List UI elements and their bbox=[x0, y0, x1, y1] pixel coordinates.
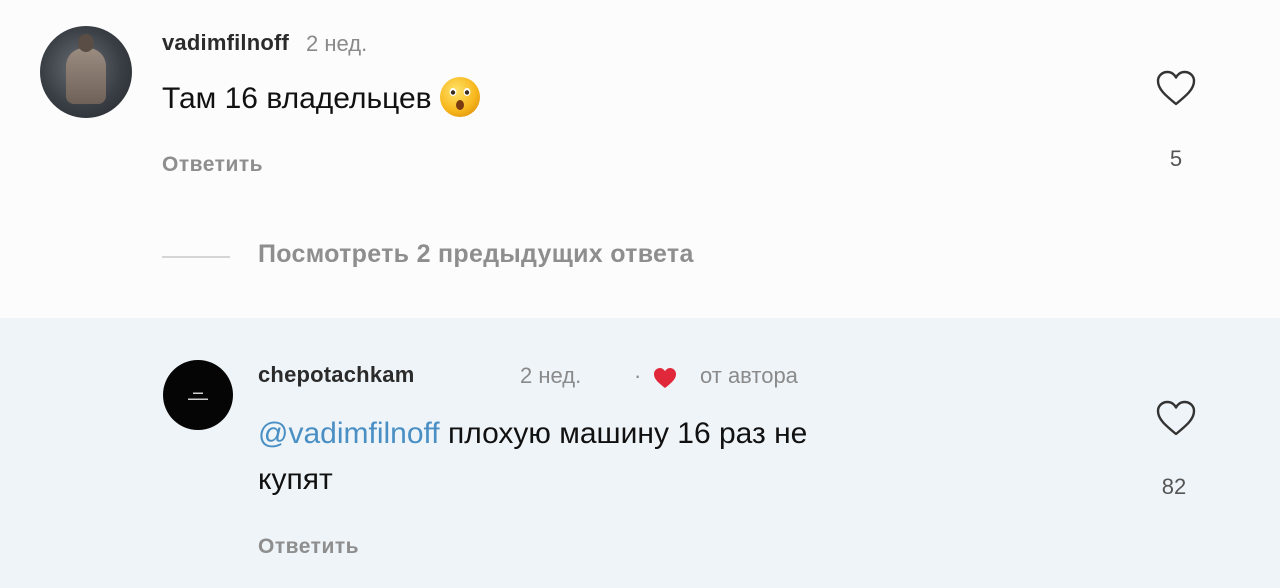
comment-text: Там 16 владельцев bbox=[162, 81, 432, 115]
view-previous-replies-link[interactable]: Посмотреть 2 предыдущих ответа bbox=[258, 240, 694, 269]
reply-highlight-area bbox=[0, 318, 1280, 588]
comment-time: 2 нед. bbox=[306, 31, 368, 56]
avatar[interactable]: ▬▬ ▬▬▬▬ bbox=[163, 360, 233, 430]
reply-time: 2 нед. bbox=[520, 363, 582, 388]
separator-dot: · bbox=[634, 363, 642, 388]
reply-button[interactable]: Ответить bbox=[162, 153, 263, 177]
reply-text-line-2: купят bbox=[258, 463, 333, 496]
from-author-label: от автора bbox=[700, 363, 798, 388]
reply-text: плохую машину 16 раз не bbox=[439, 417, 808, 450]
comment-username[interactable]: vadimfilnoff bbox=[162, 30, 289, 56]
author-liked-heart-icon bbox=[654, 368, 676, 388]
avatar[interactable] bbox=[40, 26, 132, 118]
astonished-face-emoji-icon bbox=[439, 77, 480, 117]
comment-text-line: Там 16 владельцев bbox=[162, 77, 482, 122]
heart-outline-icon[interactable] bbox=[1155, 398, 1197, 438]
like-count: 82 bbox=[1161, 474, 1187, 499]
heart-outline-icon[interactable] bbox=[1155, 68, 1197, 108]
reply-text-line-1: @vadimfilnoff плохую машину 16 раз не bbox=[258, 415, 807, 453]
avatar-photo bbox=[66, 34, 106, 104]
avatar-logo: ▬▬ ▬▬▬▬ bbox=[188, 390, 208, 402]
divider-line bbox=[162, 256, 230, 258]
reply-button[interactable]: Ответить bbox=[258, 535, 359, 559]
mention-link[interactable]: @vadimfilnoff bbox=[258, 417, 440, 450]
reply-username[interactable]: chepotachkam bbox=[258, 362, 414, 388]
like-count: 5 bbox=[1169, 146, 1183, 171]
